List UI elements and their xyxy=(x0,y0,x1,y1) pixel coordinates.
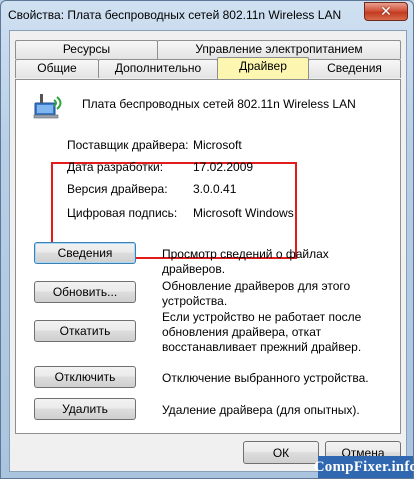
version-value: 3.0.0.41 xyxy=(193,182,237,196)
signature-label: Цифровая подпись: xyxy=(67,206,178,220)
properties-dialog: Свойства: Плата беспроводных сетей 802.1… xyxy=(0,0,414,479)
tab-details[interactable]: Сведения xyxy=(308,59,401,78)
close-icon: ✕ xyxy=(380,3,392,20)
uninstall-description: Удаление драйвера (для опытных). xyxy=(162,403,360,417)
dialog-client-area: Ресурсы Управление электропитанием Общие… xyxy=(9,30,407,472)
provider-value: Microsoft xyxy=(193,138,242,152)
version-label: Версия драйвера: xyxy=(67,182,168,196)
details-description: Просмотр сведений о файлах драйверов. xyxy=(162,247,329,276)
disable-device-button[interactable]: Отключить xyxy=(34,366,136,388)
tab-resources[interactable]: Ресурсы xyxy=(15,40,158,59)
disable-description: Отключение выбранного устройства. xyxy=(162,371,369,385)
provider-label: Поставщик драйвера: xyxy=(67,138,189,152)
uninstall-driver-button[interactable]: Удалить xyxy=(34,398,136,420)
date-value: 17.02.2009 xyxy=(193,160,254,174)
tab-general[interactable]: Общие xyxy=(15,59,99,78)
date-label: Дата разработки: xyxy=(67,160,164,174)
close-button[interactable]: ✕ xyxy=(364,2,408,21)
signature-value: Microsoft Windows xyxy=(193,206,294,220)
update-driver-button[interactable]: Обновить... xyxy=(34,281,136,303)
rollback-driver-button[interactable]: Откатить xyxy=(34,320,136,342)
ok-button[interactable]: ОК xyxy=(243,441,319,464)
watermark-logo: CompFixer.info xyxy=(314,456,414,478)
tab-driver[interactable]: Драйвер xyxy=(217,57,309,79)
update-description: Обновление драйверов для этого устройств… xyxy=(162,279,351,308)
driver-details-button[interactable]: Сведения xyxy=(34,242,136,264)
rollback-description: Если устройство не работает после обновл… xyxy=(162,310,362,354)
window-title: Свойства: Плата беспроводных сетей 802.1… xyxy=(8,8,342,22)
device-name: Плата беспроводных сетей 802.11n Wireles… xyxy=(82,97,356,111)
title-bar[interactable]: Свойства: Плата беспроводных сетей 802.1… xyxy=(1,1,413,29)
tab-advanced[interactable]: Дополнительно xyxy=(98,59,218,78)
network-adapter-icon xyxy=(33,94,62,119)
